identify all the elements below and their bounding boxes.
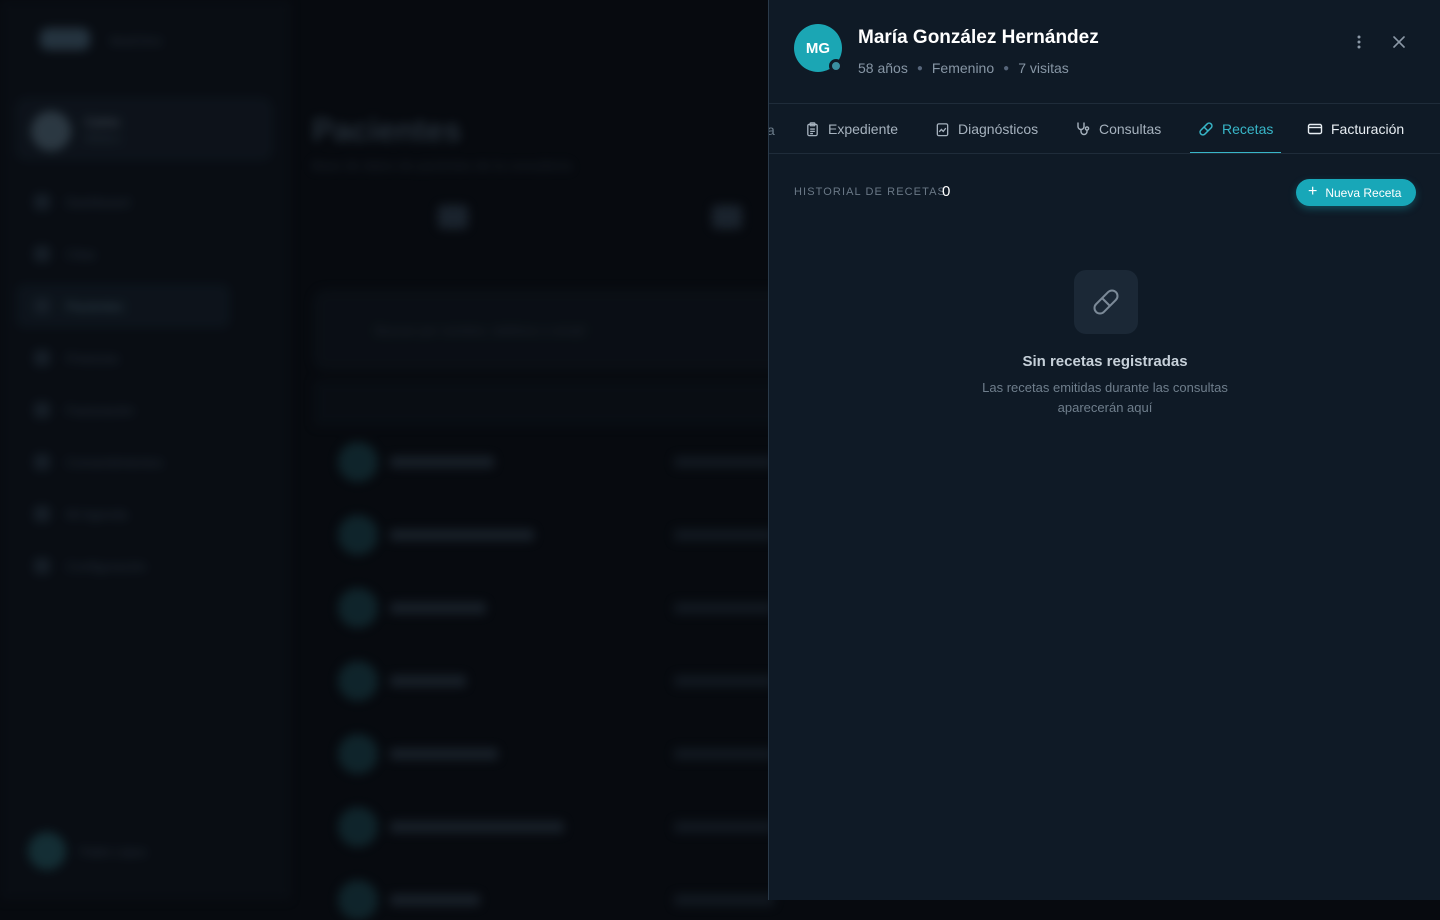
bg-page-title: Pacientes: [312, 112, 462, 148]
tab-label: Facturación: [1331, 121, 1405, 137]
pill-icon: [1093, 289, 1119, 315]
file-chart-icon: [936, 122, 949, 136]
bg-page-subtitle: Base de datos de pacientes de la consult…: [312, 158, 572, 173]
tab-label: Expediente: [828, 121, 899, 137]
meta-separator: ●: [1003, 62, 1010, 74]
bg-logo: [40, 28, 90, 50]
bg-nav-item: Mi Agenda: [16, 492, 272, 536]
patient-visits: 7 visitas: [1018, 60, 1069, 76]
new-prescription-label: Nueva Receta: [1325, 185, 1402, 200]
bg-footer-name: Pablo López: [80, 845, 147, 859]
close-icon: [1393, 36, 1405, 48]
section-label: HISTORIAL DE RECETAS: [794, 186, 946, 198]
bg-table-row: [338, 588, 778, 628]
bg-table-row: [338, 661, 778, 701]
tab-label: Consultas: [1099, 121, 1162, 137]
bg-table-row: [338, 807, 778, 847]
bg-nav-item-active: Pacientes: [16, 284, 230, 328]
tab-overflow-fragment[interactable]: a: [769, 122, 775, 138]
patient-drawer: MG María González Hernández 58 años ● Fe…: [768, 0, 1440, 900]
bg-table-row: [338, 515, 778, 555]
tab-facturacion[interactable]: Facturación: [1307, 104, 1405, 153]
bg-search-box: Buscar por nombre, teléfono o email: [314, 290, 794, 370]
tab-bar: a Expediente Diagnósticos Consultas Rece…: [769, 104, 1440, 154]
bg-user-avatar: [31, 111, 71, 151]
tab-expediente[interactable]: Expediente: [805, 104, 899, 153]
bg-user-role: Médico: [85, 133, 121, 145]
more-vertical-icon: [1357, 35, 1361, 49]
bg-stat: [438, 205, 468, 229]
bg-user-card: Carlos Médico: [16, 98, 272, 160]
bg-nav-item: Finanzas: [16, 336, 272, 380]
tab-consultas[interactable]: Consultas: [1075, 104, 1162, 153]
bg-user-name: Carlos: [85, 115, 120, 129]
bg-search-placeholder: Buscar por nombre, teléfono o email: [375, 323, 585, 338]
prescription-count: 0: [942, 183, 951, 200]
new-prescription-button[interactable]: + Nueva Receta: [1296, 179, 1416, 206]
plus-icon: +: [1308, 182, 1318, 200]
empty-state-description: Las recetas emitidas durante las consult…: [982, 380, 1228, 415]
patient-age: 58 años: [858, 60, 908, 76]
bg-stat: [712, 205, 742, 229]
close-button[interactable]: [1385, 28, 1413, 56]
bg-footer-avatar: [28, 832, 66, 870]
bg-nav-item: Configuración: [16, 544, 272, 588]
bg-table-header: [314, 380, 794, 426]
bg-nav-item: Citas: [16, 232, 272, 276]
patient-gender: Femenino: [931, 60, 995, 76]
bg-table-row: [338, 734, 778, 774]
card-icon: [1307, 123, 1323, 135]
tab-recetas[interactable]: Recetas: [1189, 104, 1282, 153]
bg-table-row: [338, 880, 778, 920]
more-options-button[interactable]: [1345, 28, 1373, 56]
tab-label: Recetas: [1222, 121, 1274, 137]
bg-nav: Dashboard Citas Pacientes Finanzas Factu…: [16, 180, 272, 596]
stethoscope-icon: [1077, 122, 1090, 136]
status-indicator: [829, 59, 843, 73]
empty-state-title: Sin recetas registradas: [1022, 353, 1188, 370]
bg-nav-item: Dashboard: [16, 180, 272, 224]
bg-logo-text: MedClinic: [110, 34, 163, 48]
tab-label: Diagnósticos: [958, 121, 1039, 137]
bg-nav-item: Consentimientos: [16, 440, 272, 484]
tab-diagnosticos[interactable]: Diagnósticos: [935, 104, 1039, 153]
pill-icon: [1199, 122, 1213, 136]
patient-meta: 58 años ● Femenino ● 7 visitas: [858, 60, 1069, 76]
bg-nav-item: Facturación: [16, 388, 272, 432]
patient-name: María González Hernández: [858, 27, 1099, 48]
bg-table-row: [338, 442, 778, 482]
clipboard-icon: [807, 121, 818, 136]
empty-state-icon-box: [1074, 270, 1138, 334]
meta-separator: ●: [916, 62, 923, 74]
drawer-header: MG María González Hernández 58 años ● Fe…: [769, 0, 1440, 104]
bg-sidebar: MedClinic Carlos Médico Dashboard Citas …: [0, 0, 290, 900]
